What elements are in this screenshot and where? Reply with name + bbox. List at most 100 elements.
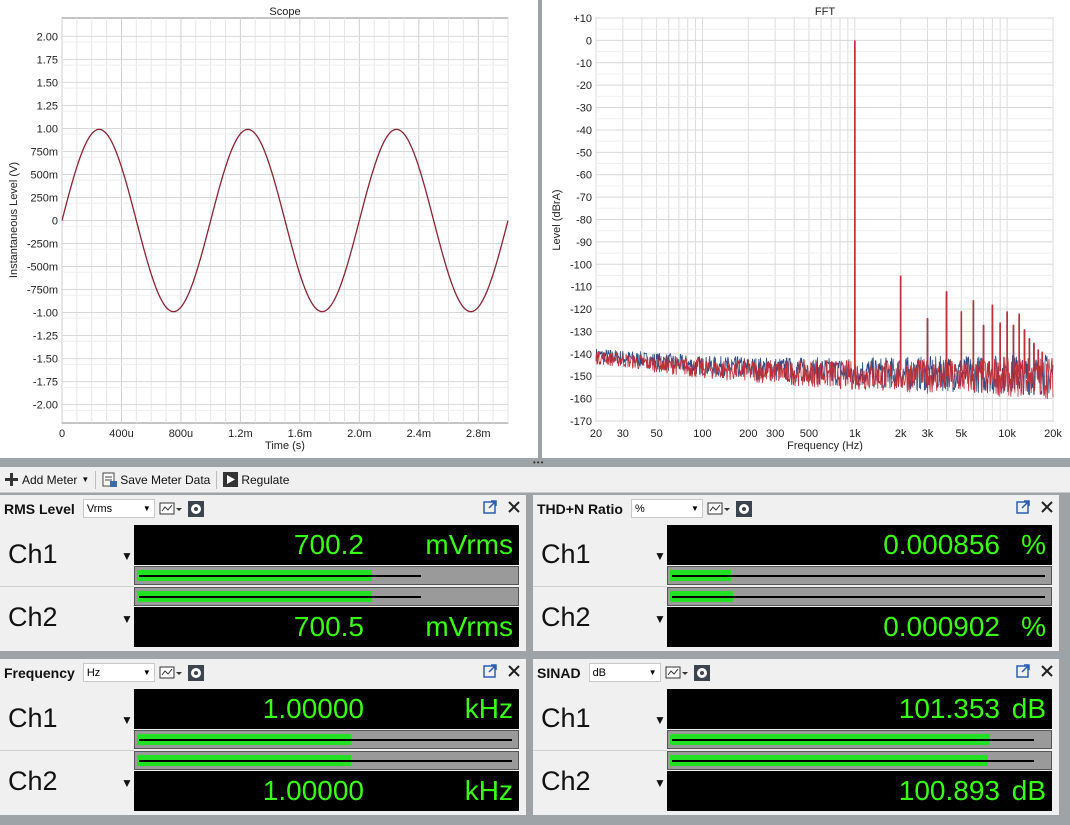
row-divider [533,586,667,587]
unit-select[interactable]: % ▼ [630,499,703,518]
scope-x-tick: 2.0m [347,428,371,440]
close-button[interactable] [1039,663,1055,679]
meter-title: Frequency [4,664,75,681]
panel-splitter[interactable]: ••• [0,458,1070,467]
frequency-meter: Frequency Hz ▼ Ch1 ▼ Ch2 ▼ 1.00000 kHz 1… [0,659,526,815]
pop-out-icon [1016,664,1030,678]
row-divider [533,750,667,751]
fft-x-tick: 30 [617,428,629,440]
regulate-button[interactable]: Regulate [219,469,293,491]
channel-label: Ch2 [8,766,58,796]
ch2-value: 1.00000 [262,775,364,806]
ch1-value: 0.000856 [883,529,1000,560]
scope-plot[interactable]: Scope 2.00 1.75 1.50 1.25 1.00 750m 500m 250m 0 -… [0,0,538,458]
gear-icon [187,500,204,517]
graph-options-button[interactable] [159,500,183,518]
graph-options-button[interactable] [707,500,731,518]
fft-y-tick: -10 [576,58,592,70]
ch1-bar-peak [139,575,422,577]
save-meter-data-button[interactable]: Save Meter Data [98,469,214,491]
scope-graph[interactable]: Scope 2.00 1.75 1.50 1.25 1.00 750m 500m 250m 0 -… [0,0,538,458]
graph-options-button[interactable] [159,664,183,682]
scope-x-tick: 800u [169,428,193,440]
fft-plot[interactable]: FFT +10 0 -10 -20 -30 -40 -50 -60 -70 -80 -90 -100 -… [542,0,1070,458]
play-icon [223,472,239,487]
close-button[interactable] [506,663,522,679]
scope-x-tick: 400u [109,428,133,440]
pop-out-button[interactable] [482,663,498,679]
splitter-grip-icon[interactable]: ••• [533,459,544,467]
fft-x-tick: 3k [922,428,934,440]
scope-y-tick: 500m [30,169,58,181]
row-divider [0,586,134,587]
ch2-value: 0.000902 [883,611,1000,642]
scope-x-tick: 2.4m [407,428,431,440]
unit-select[interactable]: dB ▼ [588,663,661,682]
close-icon [1041,665,1053,677]
close-icon [508,665,520,677]
ch2-bar-peak [672,760,1034,762]
settings-button[interactable] [735,500,753,518]
channel-label: Ch1 [541,703,591,733]
fft-x-label: Frequency (Hz) [787,440,863,452]
pop-out-button[interactable] [482,499,498,515]
ch2-level-bar [134,751,519,770]
ch2-level-bar [667,751,1052,770]
ch1-unit: % [1021,529,1046,560]
fft-graph[interactable]: FFT +10 0 -10 -20 -30 -40 -50 -60 -70 -80 -90 -100 -… [542,0,1070,458]
fft-y-tick: -140 [570,349,592,361]
ch1-unit: dB [1011,693,1046,724]
scope-y-tick: -1.25 [33,331,58,343]
pop-out-icon [483,500,497,514]
unit-select-value: dB [592,666,607,679]
graph-icon [159,666,182,678]
unit-select[interactable]: Vrms ▼ [82,499,155,518]
scope-y-tick: -2.00 [33,400,58,412]
close-button[interactable] [506,499,522,515]
fft-y-tick: -120 [570,304,592,316]
add-meter-button[interactable]: Add Meter ▼ [0,469,93,491]
scope-y-tick: 1.75 [37,54,58,66]
settings-button[interactable] [693,664,711,682]
pop-out-button[interactable] [1015,499,1031,515]
scope-y-tick: 750m [30,146,58,158]
unit-select[interactable]: Hz ▼ [82,663,155,682]
settings-button[interactable] [187,664,205,682]
channel-menu-caret-icon[interactable]: ▼ [121,713,133,727]
close-button[interactable] [1039,499,1055,515]
fft-y-tick: -80 [576,215,592,227]
scope-x-label: Time (s) [265,440,305,452]
fft-y-tick: -170 [570,416,592,428]
unit-select-value: % [634,502,645,515]
channel-menu-caret-icon[interactable]: ▼ [121,776,133,790]
meter-header: THD+N Ratio % ▼ [533,495,1059,522]
fft-x-tick: 100 [693,428,711,440]
fft-x-tick: 20 [590,428,602,440]
ch1-value: 700.2 [293,529,364,560]
chevron-down-icon: ▼ [81,475,90,484]
ch2-readout: 0.000902 % [667,607,1052,647]
channel-menu-caret-icon[interactable]: ▼ [654,776,666,790]
fft-y-tick: -60 [576,170,592,182]
channel-menu-caret-icon[interactable]: ▼ [654,549,666,563]
fft-x-tick: 2k [895,428,907,440]
toolbar-divider [95,470,97,489]
chevron-down-icon: ▼ [142,668,151,677]
scope-y-tick: 1.50 [37,77,58,89]
ch1-level-bar [667,730,1052,749]
channel-menu-caret-icon[interactable]: ▼ [121,549,133,563]
settings-button[interactable] [187,500,205,518]
fft-y-tick: -90 [576,237,592,249]
graph-options-button[interactable] [665,664,689,682]
fft-x-tick: 1k [849,428,861,440]
channel-menu-caret-icon[interactable]: ▼ [121,612,133,626]
channel-menu-caret-icon[interactable]: ▼ [654,612,666,626]
scope-y-tick: 0 [52,216,58,228]
ch2-readout: 1.00000 kHz [134,771,519,811]
ch2-level-bar [134,587,519,606]
pop-out-button[interactable] [1015,663,1031,679]
fft-x-tick: 300 [766,428,784,440]
meter-header: Frequency Hz ▼ [0,659,526,686]
channel-menu-caret-icon[interactable]: ▼ [654,713,666,727]
pop-out-icon [1016,500,1030,514]
